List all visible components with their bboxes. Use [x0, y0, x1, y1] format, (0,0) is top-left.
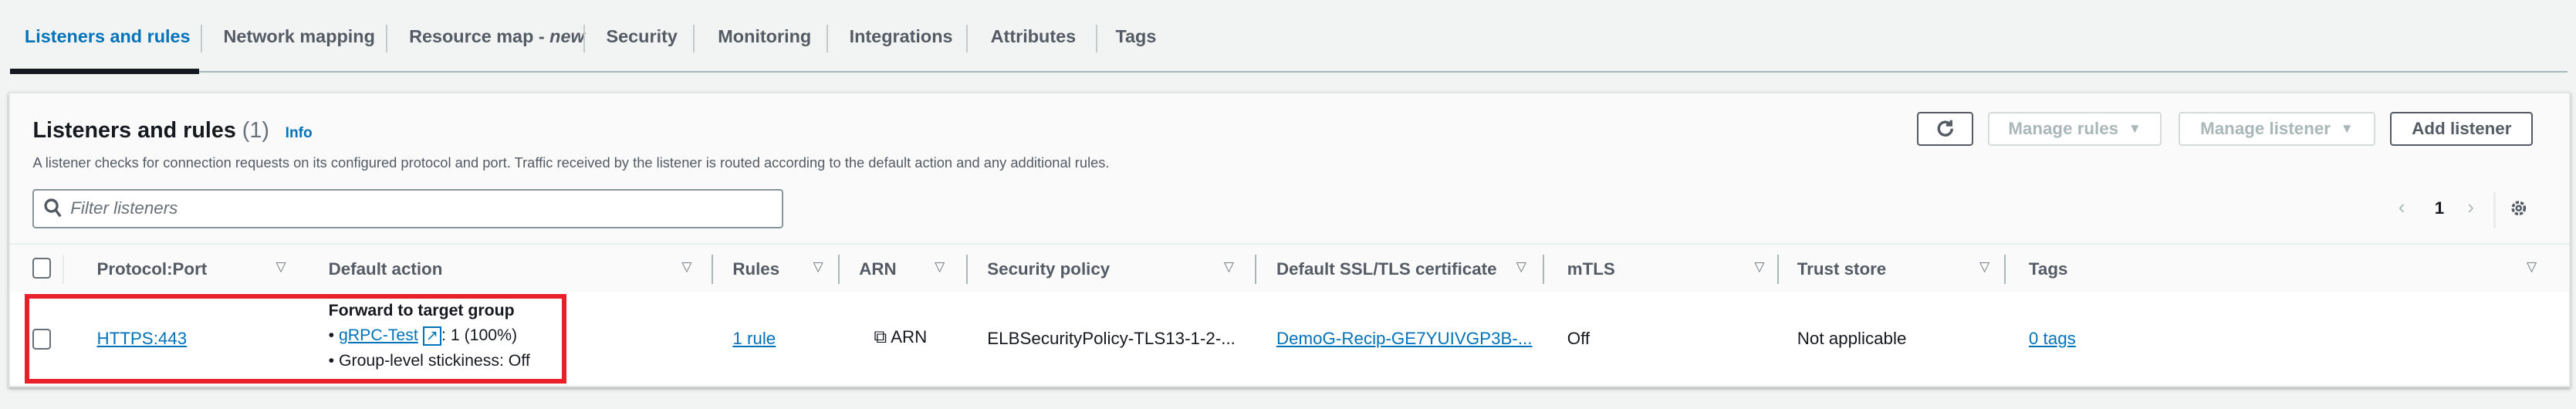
- security-policy: ELBSecurityPolicy-TLS13-1-2-...: [987, 328, 1236, 348]
- sort-icon[interactable]: ▽: [681, 259, 691, 275]
- button-label: Manage rules: [2008, 118, 2119, 138]
- page: Listeners and rules Network mapping Reso…: [0, 0, 2576, 409]
- listener-count: (1): [242, 118, 269, 144]
- tags-link[interactable]: 0 tags: [2029, 329, 2076, 349]
- caret-down-icon: ▼: [2340, 120, 2354, 136]
- divider: [837, 254, 840, 284]
- divider: [965, 254, 968, 284]
- tab-resource-map[interactable]: Resource map - new: [409, 26, 585, 47]
- divider: [62, 254, 64, 284]
- tab-network-mapping[interactable]: Network mapping: [224, 26, 375, 47]
- table-header: Protocol:Port ▽ Default action ▽ Rules ▽…: [9, 242, 2570, 294]
- mtls-value: Off: [1567, 328, 1591, 348]
- highlight-box: [24, 293, 566, 384]
- column-protocol-port[interactable]: Protocol:Port: [96, 259, 207, 279]
- tab-attributes[interactable]: Attributes: [991, 26, 1077, 47]
- panel-description: A listener checks for connection request…: [32, 154, 1110, 171]
- column-mtls[interactable]: mTLS: [1567, 259, 1615, 279]
- sort-icon[interactable]: ▽: [2527, 259, 2537, 275]
- column-rules[interactable]: Rules: [732, 259, 779, 279]
- search-icon: [44, 198, 62, 218]
- copy-icon: ⧉: [874, 326, 887, 347]
- rules-link[interactable]: 1 rule: [732, 329, 776, 349]
- manage-rules-button[interactable]: Manage rules ▼: [1987, 111, 2162, 147]
- select-all-checkbox[interactable]: [32, 257, 51, 279]
- column-trust-store[interactable]: Trust store: [1797, 259, 1886, 279]
- divider: [965, 24, 968, 53]
- divider: [200, 24, 202, 53]
- divider: [1777, 254, 1780, 284]
- sort-icon[interactable]: ▽: [1516, 259, 1526, 275]
- filter-listeners-input[interactable]: Filter listeners: [32, 188, 784, 228]
- divider: [1542, 254, 1544, 284]
- current-page[interactable]: 1: [2435, 198, 2444, 218]
- trust-store-value: Not applicable: [1797, 328, 1907, 348]
- tab-tags[interactable]: Tags: [1115, 26, 1156, 47]
- tab-label: Resource map -: [409, 26, 550, 47]
- column-security-policy[interactable]: Security policy: [987, 259, 1110, 279]
- active-tab-indicator: [9, 69, 199, 74]
- previous-page-icon[interactable]: ‹: [2399, 197, 2405, 219]
- sort-icon[interactable]: ▽: [1224, 259, 1234, 275]
- tab-security[interactable]: Security: [607, 26, 678, 47]
- tab-monitoring[interactable]: Monitoring: [718, 26, 811, 47]
- title-text: Listeners and rules: [32, 118, 236, 144]
- button-label: Manage listener: [2200, 118, 2331, 138]
- tab-integrations[interactable]: Integrations: [850, 26, 953, 47]
- divider: [1095, 24, 1098, 53]
- certificate-link[interactable]: DemoG-Recip-GE7YUIVGP3B-...: [1276, 329, 1533, 349]
- add-listener-button[interactable]: Add listener: [2390, 111, 2534, 147]
- info-link[interactable]: Info: [286, 125, 313, 141]
- tab-listeners-and-rules[interactable]: Listeners and rules: [25, 26, 191, 47]
- divider: [693, 24, 695, 53]
- sort-icon[interactable]: ▽: [276, 259, 286, 275]
- column-tags[interactable]: Tags: [2029, 259, 2068, 279]
- next-page-icon[interactable]: ›: [2467, 197, 2474, 219]
- sort-icon[interactable]: ▽: [1979, 259, 1989, 275]
- divider: [711, 254, 713, 284]
- arn-label: ARN: [891, 327, 928, 347]
- divider: [1255, 254, 1257, 284]
- divider: [386, 24, 388, 53]
- new-label: new: [549, 26, 585, 47]
- column-certificate[interactable]: Default SSL/TLS certificate: [1276, 259, 1497, 279]
- listeners-panel: Listeners and rules (1) Info A listener …: [8, 92, 2571, 388]
- refresh-button[interactable]: [1917, 111, 1973, 147]
- gear-icon[interactable]: [2509, 198, 2529, 218]
- divider: [583, 24, 585, 53]
- divider: [826, 24, 828, 53]
- column-default-action[interactable]: Default action: [329, 259, 443, 279]
- sort-icon[interactable]: ▽: [935, 259, 945, 275]
- sort-icon[interactable]: ▽: [813, 259, 823, 275]
- copy-arn-button[interactable]: ⧉ ARN: [874, 326, 927, 347]
- manage-listener-button[interactable]: Manage listener ▼: [2178, 111, 2376, 147]
- tab-underline: [9, 70, 2568, 73]
- panel-title: Listeners and rules (1) Info: [32, 118, 312, 144]
- refresh-icon: [1937, 120, 1953, 137]
- sort-icon[interactable]: ▽: [1754, 259, 1764, 275]
- caret-down-icon: ▼: [2128, 120, 2142, 136]
- divider: [2004, 254, 2006, 284]
- divider: [2493, 191, 2496, 228]
- filter-placeholder: Filter listeners: [70, 198, 178, 218]
- column-arn[interactable]: ARN: [859, 259, 896, 279]
